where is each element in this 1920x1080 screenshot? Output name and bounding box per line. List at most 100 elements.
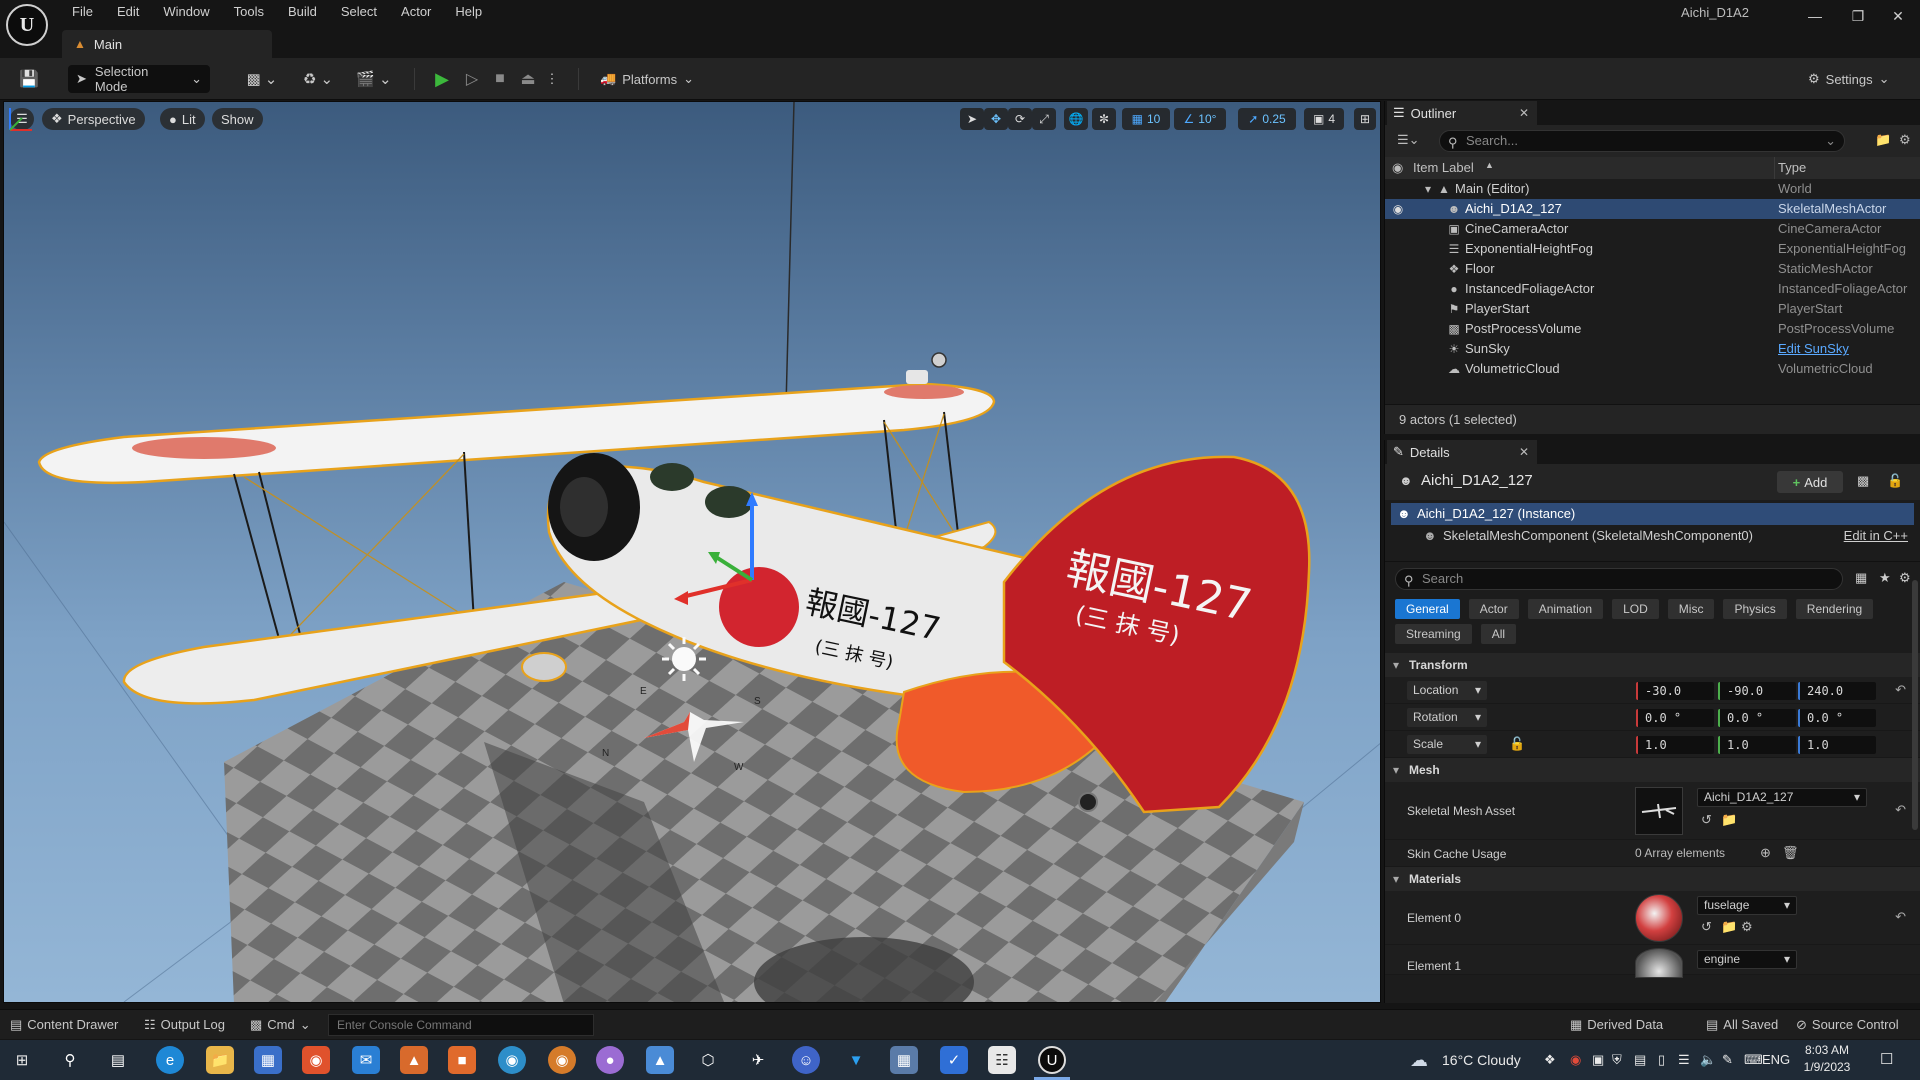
clock[interactable]: 8:03 AM 1/9/2023 bbox=[1796, 1042, 1858, 1076]
outliner-search-input[interactable]: ⚲ Search... ⌄ bbox=[1439, 130, 1845, 152]
scale-y-field[interactable]: 1.0 bbox=[1718, 736, 1796, 754]
menu-actor[interactable]: Actor bbox=[389, 0, 443, 24]
cine-camera-icon[interactable] bbox=[906, 352, 947, 384]
unreal-logo-icon[interactable]: U bbox=[6, 4, 48, 46]
select-tool-button[interactable]: ➤ bbox=[960, 108, 984, 130]
rotation-snap-button[interactable]: ∠ 10° bbox=[1174, 108, 1226, 130]
windows-start-icon[interactable]: ⊞ bbox=[8, 1046, 36, 1074]
viewport-layout-button[interactable]: ⊞ bbox=[1354, 108, 1376, 130]
menu-tools[interactable]: Tools bbox=[222, 0, 276, 24]
perspective-button[interactable]: ❖ Perspective bbox=[42, 108, 145, 130]
show-button[interactable]: Show bbox=[212, 108, 263, 130]
tab-details[interactable]: ✎ Details ✕ bbox=[1387, 440, 1537, 464]
unreal-engine-taskbar-icon[interactable]: U bbox=[1038, 1046, 1066, 1074]
location-y-field[interactable]: -90.0 bbox=[1718, 682, 1796, 700]
col-item-label[interactable]: Item Label bbox=[1413, 160, 1474, 175]
filter-tab-rendering[interactable]: Rendering bbox=[1795, 599, 1874, 619]
store-icon[interactable]: ▦ bbox=[254, 1046, 282, 1074]
add-element-icon[interactable]: ⊕ bbox=[1760, 845, 1771, 861]
outliner-row-floor[interactable]: ❖ Floor StaticMeshActor bbox=[1385, 259, 1920, 279]
filter-tab-streaming[interactable]: Streaming bbox=[1395, 624, 1472, 644]
col-type[interactable]: Type bbox=[1778, 160, 1806, 175]
menu-edit[interactable]: Edit bbox=[105, 0, 151, 24]
pen-icon[interactable]: ✎ bbox=[1722, 1040, 1733, 1080]
save-icon[interactable]: 💾 bbox=[14, 65, 44, 93]
rotation-z-field[interactable]: 0.0 ° bbox=[1798, 709, 1876, 727]
task-view-icon[interactable]: ▤ bbox=[104, 1046, 132, 1074]
tab-outliner[interactable]: ☰ Outliner ✕ bbox=[1387, 101, 1537, 125]
discord-icon[interactable]: ☺ bbox=[792, 1046, 820, 1074]
material-thumbnail[interactable] bbox=[1635, 894, 1683, 942]
scale-z-field[interactable]: 1.0 bbox=[1798, 736, 1876, 754]
menu-window[interactable]: Window bbox=[151, 0, 221, 24]
reset-arrow-icon[interactable]: ↶ bbox=[1895, 682, 1906, 698]
cmd-dropdown[interactable]: ▩ Cmd ⌄ bbox=[250, 1010, 311, 1040]
colorful-app-icon[interactable]: ● bbox=[596, 1046, 624, 1074]
visibility-eye-icon[interactable]: ◉ bbox=[1391, 199, 1405, 219]
filter-icon[interactable]: ☰⌄ bbox=[1397, 132, 1420, 148]
language-indicator[interactable]: ENG bbox=[1762, 1040, 1790, 1080]
network-app-icon[interactable]: ◉ bbox=[498, 1046, 526, 1074]
cinematics-button[interactable]: 🎬 ⌄ bbox=[352, 65, 396, 93]
speaker-icon[interactable]: 🔈 bbox=[1700, 1040, 1716, 1080]
output-log-button[interactable]: ☷ Output Log bbox=[144, 1010, 225, 1040]
table-view-icon[interactable]: ▦ bbox=[1855, 570, 1867, 586]
filter-tab-animation[interactable]: Animation bbox=[1527, 599, 1604, 619]
blender-app-icon[interactable]: ▲ bbox=[400, 1046, 428, 1074]
settings-dropdown[interactable]: ⚙ Settings ⌄ bbox=[1808, 65, 1908, 93]
menu-build[interactable]: Build bbox=[276, 0, 329, 24]
shield-icon[interactable]: ⛨ bbox=[1612, 1040, 1622, 1080]
menu-file[interactable]: File bbox=[60, 0, 105, 24]
helicopter-app-icon[interactable]: ✈ bbox=[744, 1046, 772, 1074]
console-command-input[interactable]: Enter Console Command bbox=[328, 1014, 594, 1036]
outliner-row-cloud[interactable]: ☁ VolumetricCloud VolumetricCloud bbox=[1385, 359, 1920, 379]
notepad-icon[interactable]: ☷ bbox=[988, 1046, 1016, 1074]
mail-icon[interactable]: ✉ bbox=[352, 1046, 380, 1074]
filter-tab-general[interactable]: General bbox=[1395, 599, 1460, 619]
outliner-row-foliage[interactable]: ● InstancedFoliageActor InstancedFoliage… bbox=[1385, 279, 1920, 299]
surface-snap-button[interactable]: ✼ bbox=[1092, 108, 1116, 130]
reset-arrow-icon[interactable]: ↶ bbox=[1895, 802, 1906, 818]
tray-chip-icon[interactable]: ▤ bbox=[1634, 1040, 1646, 1080]
browse-folder-icon[interactable]: 📁 bbox=[1721, 919, 1737, 935]
all-saved-button[interactable]: ▤ All Saved bbox=[1706, 1010, 1778, 1040]
blueprint-add-icon[interactable]: ▩ bbox=[1857, 473, 1869, 489]
vpn-icon[interactable]: ▼ bbox=[842, 1046, 870, 1074]
keyboard-icon[interactable]: ⌨ bbox=[1744, 1040, 1763, 1080]
outliner-row-sunsky[interactable]: ☀ SunSky Edit SunSky bbox=[1385, 339, 1920, 359]
gear-icon[interactable]: ⚙ bbox=[1899, 132, 1911, 148]
search-icon[interactable]: ⚲ bbox=[56, 1046, 84, 1074]
use-selected-icon[interactable]: ↺ bbox=[1701, 919, 1712, 935]
visibility-eye-icon[interactable]: ◉ bbox=[1392, 160, 1403, 176]
actor-name[interactable]: Aichi_D1A2_127 bbox=[1421, 472, 1533, 489]
element0-dropdown[interactable]: fuselage bbox=[1697, 896, 1797, 915]
lock-icon[interactable]: 🔓 bbox=[1887, 473, 1903, 489]
tray-monitor-icon[interactable]: ▣ bbox=[1592, 1040, 1604, 1080]
skeletal-mesh-dropdown[interactable]: Aichi_D1A2_127 bbox=[1697, 788, 1867, 807]
filter-tab-all[interactable]: All bbox=[1480, 624, 1517, 644]
world-local-button[interactable]: 🌐 bbox=[1064, 108, 1088, 130]
calculator-icon[interactable]: ▦ bbox=[890, 1046, 918, 1074]
use-selected-icon[interactable]: ↺ bbox=[1701, 812, 1712, 828]
outliner-row-fog[interactable]: ☰ ExponentialHeightFog ExponentialHeight… bbox=[1385, 239, 1920, 259]
close-window-icon[interactable]: ✕ bbox=[1878, 0, 1918, 32]
outliner-row-playerstart[interactable]: ⚑ PlayerStart PlayerStart bbox=[1385, 299, 1920, 319]
platforms-dropdown[interactable]: 🚚 Platforms ⌄ bbox=[596, 65, 696, 93]
tab-main[interactable]: ▲ Main bbox=[62, 30, 272, 58]
add-component-button[interactable]: + Add bbox=[1777, 471, 1843, 493]
todo-icon[interactable]: ✓ bbox=[940, 1046, 968, 1074]
add-actor-button[interactable]: ▩ ⌄ bbox=[240, 65, 284, 93]
browse-folder-icon[interactable]: 📁 bbox=[1721, 812, 1737, 828]
scale-dropdown[interactable]: Scale bbox=[1407, 735, 1487, 754]
grid-snap-button[interactable]: ▦ 10 bbox=[1122, 108, 1170, 130]
close-icon[interactable]: ✕ bbox=[1519, 445, 1529, 459]
add-folder-icon[interactable]: 📁 bbox=[1875, 132, 1891, 148]
outliner-row-aichi[interactable]: ◉ ☻ Aichi_D1A2_127 SkeletalMeshActor bbox=[1385, 199, 1920, 219]
translate-tool-button[interactable]: ✥ bbox=[984, 108, 1008, 130]
view-mode-button[interactable]: ● Lit bbox=[160, 108, 205, 130]
notification-icon[interactable]: ☐ bbox=[1880, 1040, 1893, 1080]
orange-app-icon[interactable]: ■ bbox=[448, 1046, 476, 1074]
scale-x-field[interactable]: 1.0 bbox=[1636, 736, 1714, 754]
reset-arrow-icon[interactable]: ↶ bbox=[1895, 909, 1906, 925]
close-icon[interactable]: ✕ bbox=[1519, 106, 1529, 120]
